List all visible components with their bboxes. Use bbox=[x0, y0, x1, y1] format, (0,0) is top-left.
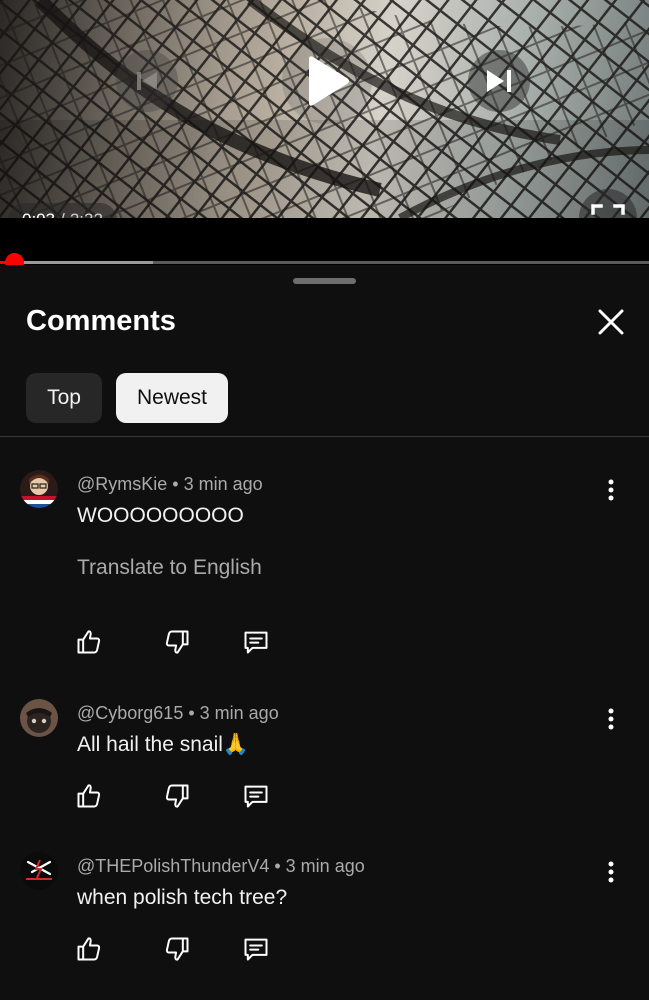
comments-panel: Comments Top Newest @RymsKie • 3 min ago… bbox=[0, 265, 649, 1000]
video-frame[interactable]: 0:03 / 2:32 bbox=[0, 0, 649, 218]
comment-time: 3 min ago bbox=[199, 703, 279, 723]
comment-text: All hail the snail🙏 bbox=[77, 733, 250, 756]
comment-meta: @THEPolishThunderV4 • 3 min ago bbox=[77, 856, 365, 876]
like-button[interactable] bbox=[74, 627, 104, 657]
previous-button[interactable] bbox=[116, 50, 178, 112]
comment-time: 3 min ago bbox=[285, 856, 365, 876]
more-options-button[interactable] bbox=[598, 857, 624, 887]
progress-bar[interactable] bbox=[0, 253, 649, 265]
panel-title: Comments bbox=[26, 305, 176, 337]
comment-author[interactable]: @Cyborg615 bbox=[77, 703, 183, 723]
dislike-button[interactable] bbox=[162, 781, 192, 811]
avatar[interactable] bbox=[20, 852, 58, 890]
thumb-down-icon bbox=[165, 784, 189, 808]
comment-text: when polish tech tree? bbox=[77, 886, 288, 909]
drag-handle[interactable] bbox=[293, 278, 356, 284]
more-vert-icon bbox=[608, 861, 614, 883]
play-button[interactable] bbox=[282, 38, 372, 124]
more-vert-icon bbox=[608, 708, 614, 730]
more-vert-icon bbox=[608, 479, 614, 501]
filter-chip-newest[interactable]: Newest bbox=[116, 373, 228, 423]
next-button[interactable] bbox=[468, 50, 530, 112]
divider bbox=[0, 436, 649, 437]
reply-button[interactable] bbox=[241, 934, 271, 964]
filter-chip-top[interactable]: Top bbox=[26, 373, 102, 423]
reply-button[interactable] bbox=[241, 781, 271, 811]
skip-previous-icon bbox=[137, 72, 157, 90]
comment-author[interactable]: @RymsKie bbox=[77, 474, 167, 494]
total-duration: 2:32 bbox=[70, 210, 103, 218]
progress-scrubber[interactable] bbox=[4, 253, 24, 265]
close-button[interactable] bbox=[592, 303, 630, 341]
more-options-button[interactable] bbox=[598, 704, 624, 734]
comment-meta: @RymsKie • 3 min ago bbox=[77, 474, 263, 494]
comment-text: WOOOOOOOOO bbox=[77, 504, 244, 527]
comment-time: 3 min ago bbox=[183, 474, 263, 494]
fullscreen-icon bbox=[591, 204, 625, 215]
polish-thunder-logo bbox=[20, 852, 58, 890]
reply-button[interactable] bbox=[241, 627, 271, 657]
dislike-button[interactable] bbox=[162, 934, 192, 964]
reply-comment-icon bbox=[244, 938, 268, 961]
play-icon bbox=[309, 56, 349, 106]
avatar[interactable] bbox=[20, 699, 58, 737]
avatar[interactable] bbox=[20, 470, 58, 508]
translate-link[interactable]: Translate to English bbox=[77, 556, 262, 580]
dislike-button[interactable] bbox=[162, 627, 192, 657]
reply-comment-icon bbox=[244, 631, 268, 654]
current-time: 0:03 bbox=[22, 210, 55, 218]
skip-next-icon bbox=[487, 70, 511, 92]
more-options-button[interactable] bbox=[598, 475, 624, 505]
like-button[interactable] bbox=[74, 934, 104, 964]
time-display: 0:03 / 2:32 bbox=[8, 203, 117, 218]
thumb-up-icon bbox=[77, 937, 101, 961]
video-player[interactable]: 0:03 / 2:32 bbox=[0, 0, 649, 265]
thumb-down-icon bbox=[165, 937, 189, 961]
reply-comment-icon bbox=[244, 785, 268, 808]
thumb-up-icon bbox=[77, 784, 101, 808]
thumb-up-icon bbox=[77, 630, 101, 654]
close-icon bbox=[598, 309, 624, 335]
time-separator: / bbox=[60, 210, 65, 218]
comment-author[interactable]: @THEPolishThunderV4 bbox=[77, 856, 269, 876]
like-button[interactable] bbox=[74, 781, 104, 811]
thumb-down-icon bbox=[165, 630, 189, 654]
comment-meta: @Cyborg615 • 3 min ago bbox=[77, 703, 279, 723]
